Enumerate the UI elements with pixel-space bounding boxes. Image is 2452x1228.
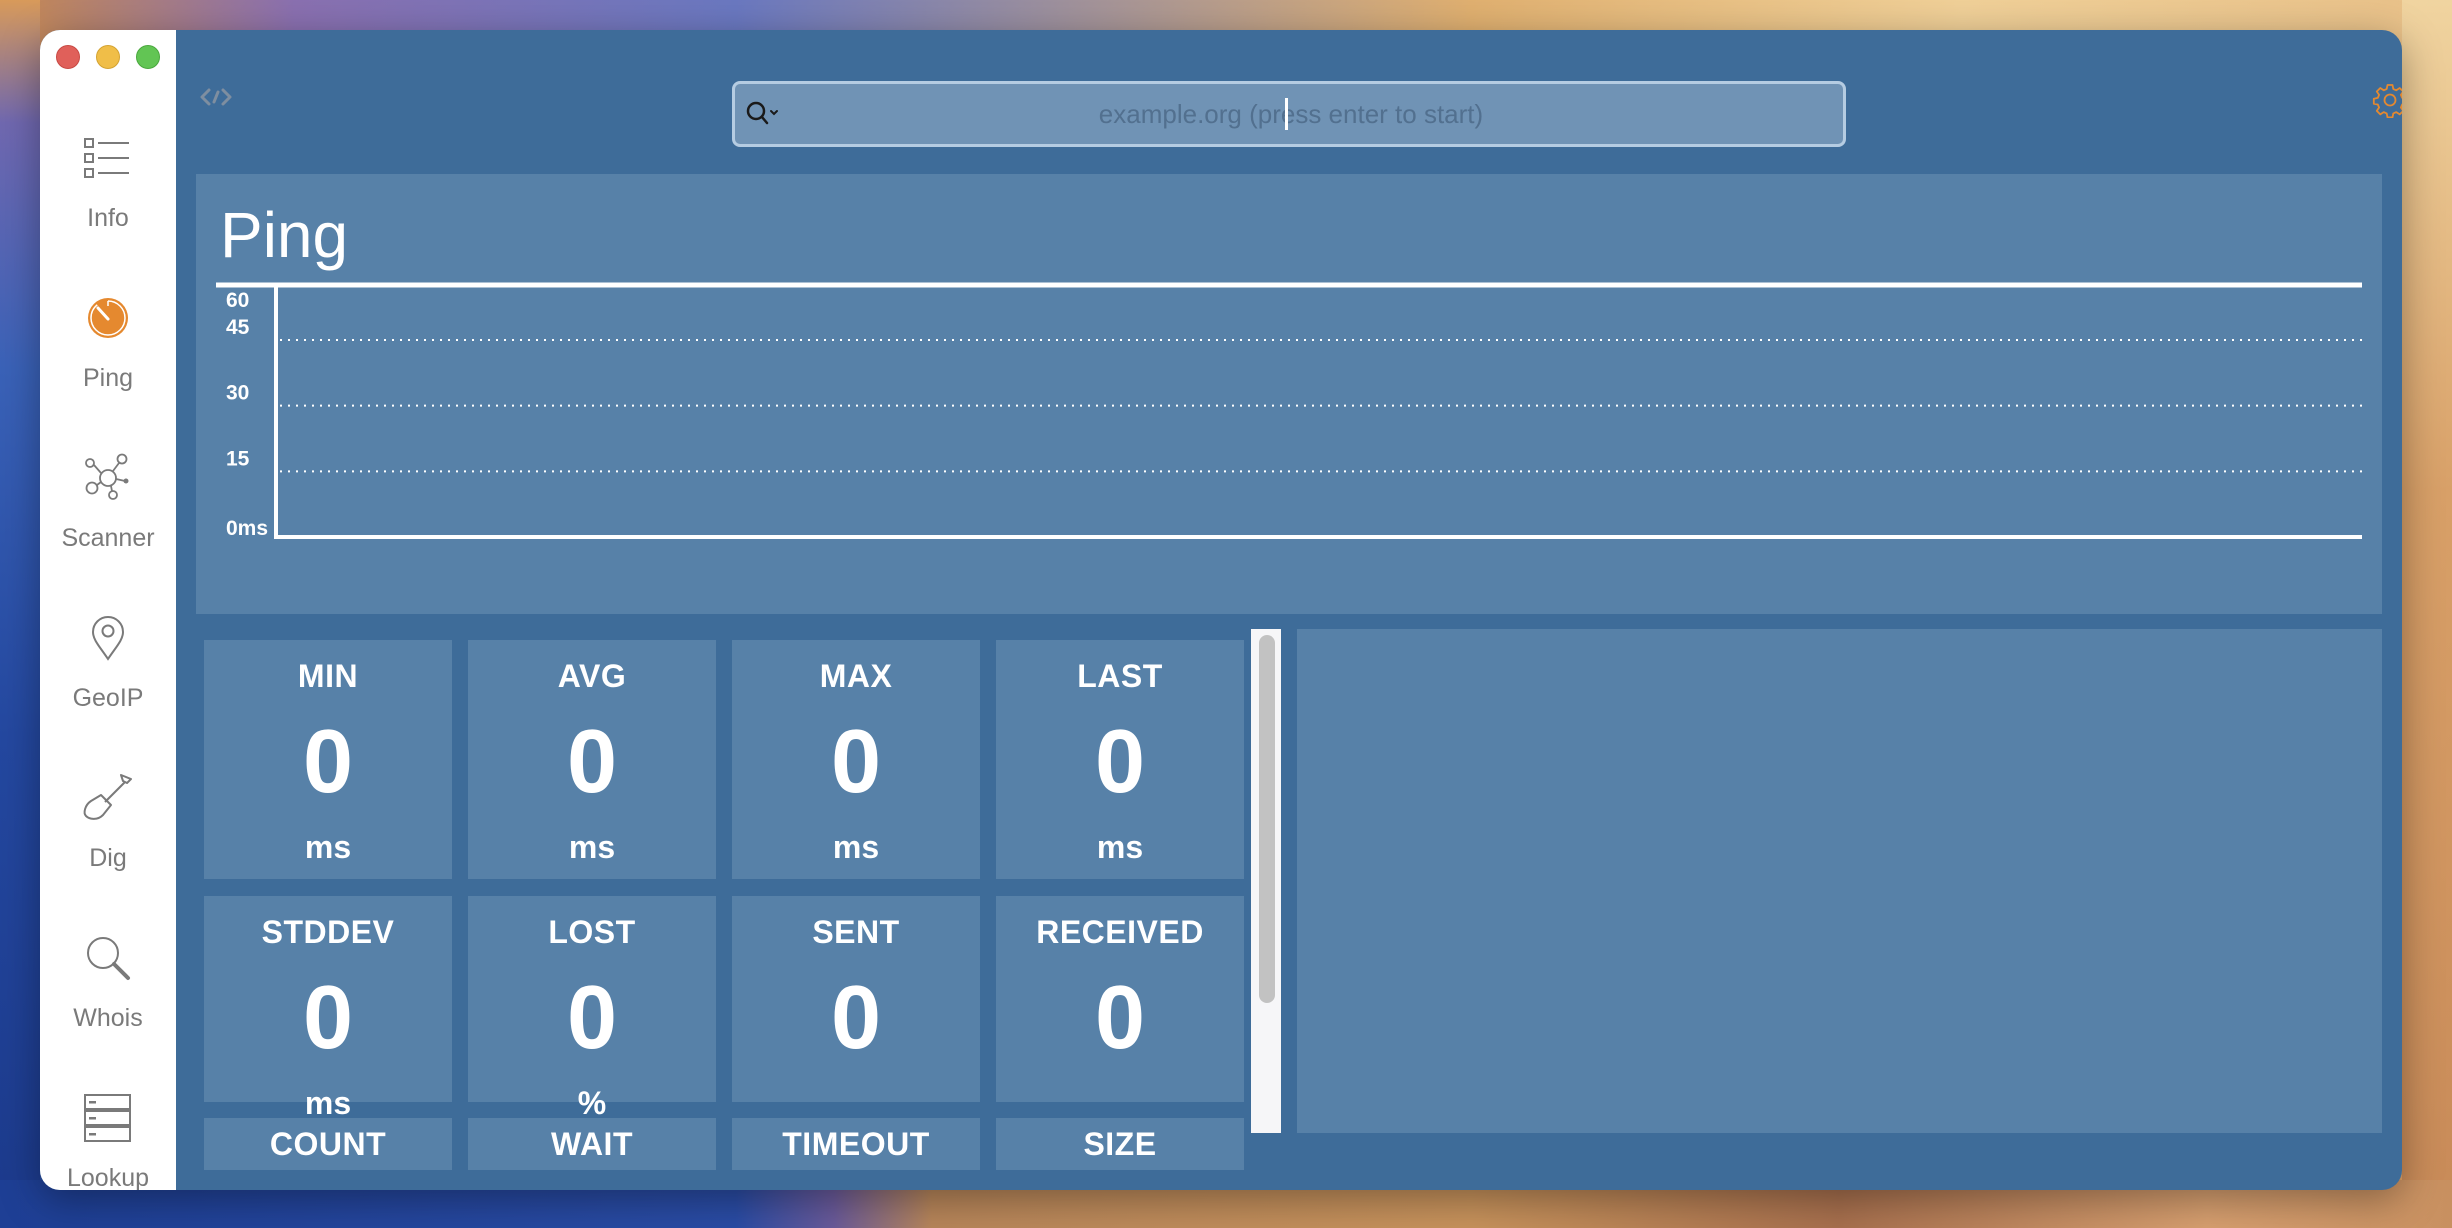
stat-tile-received: RECEIVED 0 [996,896,1244,1102]
sidebar-item-label: Ping [82,364,134,392]
sidebar-item-whois[interactable]: Whois [40,928,176,1068]
shovel-icon [78,768,138,828]
stat-tile-size[interactable]: SIZE [996,1118,1244,1170]
stat-label: STDDEV [261,914,395,950]
sidebar-item-label: Lookup [66,1164,150,1190]
stat-tile-min: MIN 0 ms [204,640,452,879]
scrollbar-thumb[interactable] [1259,635,1275,1003]
sidebar-item-info[interactable]: Info [40,128,176,268]
sidebar-item-label: Info [87,204,129,232]
stat-tile-avg: AVG 0 ms [468,640,716,879]
stat-value: 0 [1094,712,1146,812]
stat-unit: ms [568,829,616,865]
desktop-wallpaper [0,0,40,1228]
map-pin-icon [78,608,138,668]
stat-tile-last: LAST 0 ms [996,640,1244,879]
code-icon[interactable] [198,82,234,112]
stat-value: 0 [566,968,618,1068]
sidebar-item-ping[interactable]: Ping [40,288,176,428]
y-tick-label: 15 [226,447,250,470]
sidebar-item-lookup[interactable]: Lookup [40,1088,176,1190]
sidebar-item-dig[interactable]: Dig [40,768,176,908]
stats-scrollbar[interactable] [1251,629,1281,1133]
stat-unit: % [577,1085,607,1121]
y-tick-label: 45 [226,316,250,339]
ping-chart-panel: Ping 0ms 15 30 45 60 [196,174,2382,614]
stat-label: MAX [819,658,893,694]
sidebar-item-scanner[interactable]: Scanner [40,448,176,588]
server-stack-icon [78,1088,138,1148]
text-caret [1285,98,1288,130]
stat-value: 0 [566,712,618,812]
stat-unit: ms [832,829,880,865]
y-tick-label: 30 [226,382,249,405]
stat-label: TIMEOUT [782,1126,930,1162]
sidebar-item-label: Dig [89,844,127,872]
stat-tile-count[interactable]: COUNT [204,1118,452,1170]
stat-tile-sent: SENT 0 [732,896,980,1102]
host-input[interactable] [791,84,1791,144]
sidebar-item-label: GeoIP [72,684,144,712]
window-zoom-button[interactable] [136,45,160,69]
stat-unit: ms [304,829,352,865]
search-icon[interactable] [745,99,785,129]
stat-unit: ms [304,1085,352,1121]
stat-label: AVG [557,658,627,694]
stat-label: LAST [1077,658,1163,694]
app-window: Info Ping Scanner GeoIP Dig Whois Lookup… [40,30,2402,1190]
stat-label: MIN [297,658,359,694]
sidebar-item-label: Scanner [61,524,155,552]
stat-tile-stddev: STDDEV 0 ms [204,896,452,1121]
magnifier-icon [78,928,138,988]
stat-label: SIZE [1083,1126,1157,1162]
stat-label: COUNT [269,1126,387,1162]
ping-chart: 0ms 15 30 45 60 [216,282,2362,540]
stat-label: WAIT [551,1126,633,1162]
gear-icon[interactable] [2372,82,2402,119]
stat-value: 0 [302,968,354,1068]
stat-tile-max: MAX 0 ms [732,640,980,879]
stat-tile-lost: LOST 0% [468,896,716,1121]
sidebar: Info Ping Scanner GeoIP Dig Whois Lookup [40,30,176,1190]
stat-label: SENT [812,914,900,950]
sidebar-item-label: Whois [73,1004,143,1032]
window-close-button[interactable] [56,45,80,69]
stat-value: 0 [830,968,882,1068]
network-nodes-icon [78,448,138,508]
y-tick-label: 60 [226,289,249,312]
stat-value: 0 [1094,968,1146,1068]
sidebar-item-geoip[interactable]: GeoIP [40,608,176,748]
stat-value: 0 [830,712,882,812]
stat-tile-wait[interactable]: WAIT [468,1118,716,1170]
stat-label: RECEIVED [1036,914,1204,950]
window-minimize-button[interactable] [96,45,120,69]
y-tick-label: 0ms [226,517,268,540]
stat-label: LOST [548,914,636,950]
list-icon [78,128,138,188]
search-field[interactable] [732,81,1846,147]
main-content: Ping 0ms15304560 MIN0msAVG0msMAX0msLAST0… [176,30,2402,1190]
stat-unit: ms [1096,829,1144,865]
desktop-wallpaper [2402,0,2452,1228]
stat-value: 0 [302,712,354,812]
ping-output-panel [1297,629,2382,1133]
stat-tile-timeout[interactable]: TIMEOUT [732,1118,980,1170]
stopwatch-icon [78,288,138,348]
